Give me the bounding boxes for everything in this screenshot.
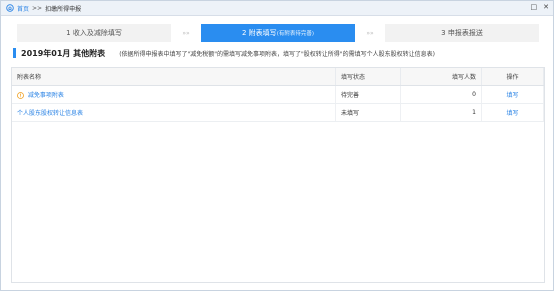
attachments-table: 附表名称 填写状态 填写人数 操作 减免事项附表 待完善 0 填写 个人股东股权… xyxy=(11,67,545,283)
step-income[interactable]: 1 收入及减除填写 xyxy=(17,24,171,42)
attachment-name-link[interactable]: 个人股东股权转让信息表 xyxy=(17,110,83,117)
section-heading: 2019年01月 其他附表 (依据所得申报表中填写了"减免税额"的需填写减免事项… xyxy=(13,46,435,60)
table-row: 个人股东股权转让信息表 未填写 1 填写 xyxy=(12,103,544,122)
step-label: 3 申报表报送 xyxy=(441,29,483,37)
table-row: 减免事项附表 待完善 0 填写 xyxy=(12,85,544,104)
page-title: 2019年01月 其他附表 xyxy=(21,48,106,58)
row-name-cell: 减免事项附表 xyxy=(12,85,336,104)
heading-note: (依据所得申报表中填写了"减免税额"的需填写减免事项附表，填写了"股权转让所得"… xyxy=(119,50,435,58)
step-label: 1 收入及减除填写 xyxy=(66,29,122,37)
row-name-cell: 个人股东股权转让信息表 xyxy=(12,103,336,122)
breadcrumb-home-link[interactable]: 首页 xyxy=(17,4,29,13)
row-status: 待完善 xyxy=(335,85,401,104)
step-bar: 1 收入及减除填写 »» 2 附表填写 (有附表待完善) »» 3 申报表报送 xyxy=(17,24,539,42)
row-action-cell: 填写 xyxy=(481,103,544,122)
column-header-count: 填写人数 xyxy=(400,68,482,86)
column-header-name: 附表名称 xyxy=(12,68,336,86)
step-arrow-icon: »» xyxy=(366,29,374,37)
warning-icon xyxy=(17,92,24,99)
maximize-icon[interactable]: □ xyxy=(531,3,538,11)
breadcrumb-separator: >> xyxy=(32,4,43,12)
step-arrow-icon: »» xyxy=(182,29,190,37)
row-status: 未填写 xyxy=(335,103,401,122)
titlebar: 首页 >> 扣缴所得申报 □ ✕ xyxy=(1,1,553,16)
step-label: 2 附表填写 xyxy=(242,29,277,37)
row-count: 0 xyxy=(400,85,482,104)
fill-in-button[interactable]: 填写 xyxy=(506,92,518,99)
step-submit[interactable]: 3 申报表报送 xyxy=(385,24,539,42)
table-header-row: 附表名称 填写状态 填写人数 操作 xyxy=(12,68,544,86)
dialog-window: 首页 >> 扣缴所得申报 □ ✕ 1 收入及减除填写 »» 2 附表填写 (有附… xyxy=(0,0,554,291)
window-controls: □ ✕ xyxy=(531,3,550,11)
step-sublabel: (有附表待完善) xyxy=(276,31,314,37)
fill-in-button[interactable]: 填写 xyxy=(506,110,518,117)
column-header-status: 填写状态 xyxy=(335,68,401,86)
heading-accent-bar xyxy=(13,48,16,58)
row-count: 1 xyxy=(400,103,482,122)
column-header-action: 操作 xyxy=(481,68,544,86)
home-icon[interactable] xyxy=(6,4,14,12)
close-icon[interactable]: ✕ xyxy=(543,3,549,11)
step-attachments[interactable]: 2 附表填写 (有附表待完善) xyxy=(201,24,355,42)
attachment-name-link[interactable]: 减免事项附表 xyxy=(28,92,64,99)
breadcrumb-current: 扣缴所得申报 xyxy=(45,5,82,13)
row-action-cell: 填写 xyxy=(481,85,544,104)
